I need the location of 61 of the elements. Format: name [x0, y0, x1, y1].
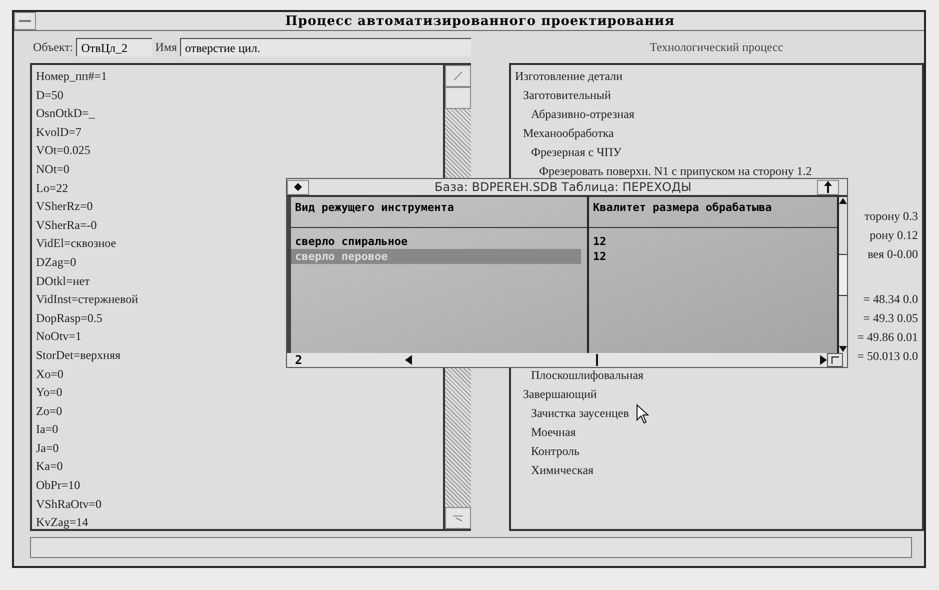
- tree-item[interactable]: Фрезерная с ЧПУ: [530, 143, 918, 162]
- diamond-icon: [294, 183, 302, 191]
- list-item[interactable]: KvolD=7: [36, 122, 443, 142]
- column-divider-mark: [596, 354, 598, 366]
- window-title: Процесс автоматизированного проектирования: [284, 14, 676, 28]
- scroll-up-arrow-icon[interactable]: [839, 197, 847, 205]
- name-field[interactable]: отверстие цил.: [180, 38, 471, 56]
- list-item[interactable]: Ka=0: [36, 457, 443, 476]
- tree-item[interactable]: Изготовление детали: [514, 67, 918, 86]
- list-item[interactable]: Zo=0: [36, 402, 443, 420]
- list-item[interactable]: VOt=0.025: [36, 141, 443, 160]
- scroll-thumb[interactable]: [839, 254, 847, 296]
- name-label: Имя: [154, 40, 178, 54]
- mouse-pointer-icon: [636, 404, 649, 424]
- list-item[interactable]: VShRaOtv=0: [36, 494, 443, 514]
- tree-item[interactable]: Химическая: [530, 461, 918, 480]
- table-window-title: База: BDPEREH.SDB Таблица: ПЕРЕХОДЫ: [434, 180, 692, 194]
- record-count: 2: [294, 353, 304, 367]
- control-menu-button[interactable]: [287, 180, 309, 194]
- system-menu-button[interactable]: [14, 12, 36, 30]
- tree-item[interactable]: Плоскошлифовальная: [530, 366, 918, 385]
- minus-icon: [19, 19, 31, 23]
- up-arrow-icon: [824, 181, 832, 193]
- object-label: Объект:: [32, 40, 74, 54]
- object-field[interactable]: ОтвЦл_2: [76, 38, 152, 56]
- list-item[interactable]: ObPr=10: [36, 476, 443, 495]
- list-item[interactable]: NOt=0: [36, 160, 443, 179]
- list-item[interactable]: Номер_пп#=1: [36, 67, 443, 86]
- scroll-left-arrow-icon[interactable]: [405, 355, 412, 365]
- list-item[interactable]: KvZag=14: [36, 513, 443, 532]
- tree-item[interactable]: Абразивно-отрезная: [530, 105, 918, 124]
- tree-item[interactable]: Контроль: [530, 442, 918, 461]
- scrollbar[interactable]: [839, 197, 847, 353]
- scroll-right-arrow-icon[interactable]: [820, 355, 827, 365]
- tree-item[interactable]: Завершающий: [522, 385, 918, 404]
- horizontal-scrollbar[interactable]: [405, 354, 827, 366]
- list-item[interactable]: OsnOtkD=_: [36, 104, 443, 123]
- column-header[interactable]: Вид режущего инструмента: [291, 197, 587, 228]
- scroll-up-button[interactable]: [444, 65, 471, 87]
- list-item[interactable]: D=50: [36, 86, 443, 104]
- table-cell[interactable]: 12: [589, 249, 831, 264]
- scroll-thumb[interactable]: [444, 87, 471, 109]
- tree-item[interactable]: Моечная: [530, 423, 918, 442]
- corner-icon: [831, 356, 839, 364]
- column-header[interactable]: Квалитет размера обрабатыва: [589, 197, 837, 228]
- list-item[interactable]: Xo=0: [36, 364, 443, 384]
- scroll-down-button[interactable]: [444, 507, 471, 529]
- list-item[interactable]: Ja=0: [36, 438, 443, 458]
- list-item[interactable]: Yo=0: [36, 383, 443, 402]
- resize-corner[interactable]: [827, 353, 843, 367]
- tree-item[interactable]: Зачистка заусенцев: [530, 404, 918, 423]
- tree-item[interactable]: Фрезеровать поверхн. N1 с припуском на сторону 1.2: [538, 162, 918, 181]
- table-cell[interactable]: сверло спиральное: [291, 234, 581, 249]
- list-item[interactable]: Ia=0: [36, 420, 443, 439]
- slash-icon: [452, 70, 464, 82]
- tree-item[interactable]: Механообработка: [522, 124, 918, 143]
- maximize-button[interactable]: [817, 180, 839, 194]
- table-cell[interactable]: 12: [589, 234, 831, 249]
- panel-heading: Технологический процесс: [648, 39, 784, 56]
- scroll-down-arrow-icon[interactable]: [839, 345, 847, 353]
- tree-item[interactable]: Заготовительный: [522, 86, 918, 105]
